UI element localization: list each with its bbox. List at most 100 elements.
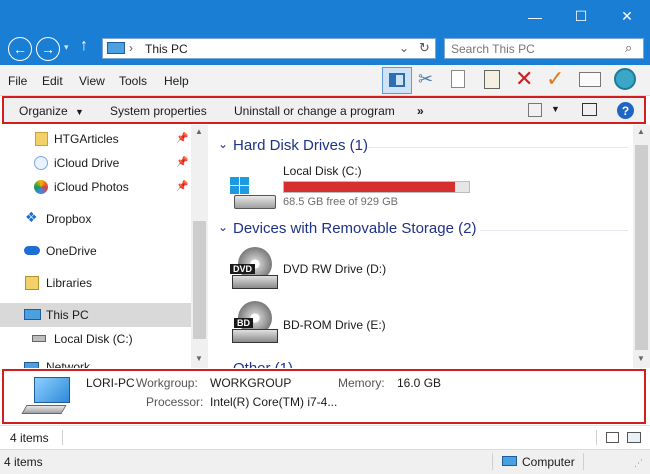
nav-item-label: Network xyxy=(46,360,91,368)
menu-help[interactable]: Help xyxy=(164,74,189,88)
address-box[interactable]: › This PC ⌄ ↻ xyxy=(102,38,436,59)
items-count: 4 items xyxy=(10,431,49,445)
nav-item-libraries[interactable]: Libraries xyxy=(0,271,191,295)
view-dropdown-icon[interactable]: ▼ xyxy=(551,104,560,114)
nav-item-label: iCloud Photos xyxy=(54,180,129,194)
breadcrumb-separator-icon: › xyxy=(129,41,133,55)
pin-icon[interactable]: 📌 xyxy=(176,157,188,168)
collapse-icon[interactable]: ⌄ xyxy=(218,137,228,151)
content-pane: ⌄ Hard Disk Drives (1) Local Disk (C:) 6… xyxy=(208,125,633,368)
refresh-icon[interactable]: ↻ xyxy=(419,40,430,56)
pin-icon[interactable]: 📌 xyxy=(176,133,188,144)
scroll-down-icon[interactable]: ▼ xyxy=(195,354,203,363)
nav-item-label: This PC xyxy=(46,308,89,322)
tiles-view-icon[interactable] xyxy=(627,432,641,443)
menu-edit[interactable]: Edit xyxy=(42,74,63,88)
content-scrollbar[interactable]: ▲ ▼ xyxy=(633,125,650,368)
nav-item-label: HTGArticles xyxy=(54,132,119,146)
layout-pane-button[interactable] xyxy=(382,67,412,94)
more-commands-button[interactable]: » xyxy=(417,104,424,118)
nav-item-label: OneDrive xyxy=(46,244,97,258)
undo-checkmark-icon[interactable]: ✓ xyxy=(546,66,564,92)
nav-scroll-thumb[interactable] xyxy=(193,221,206,339)
back-button[interactable]: ← xyxy=(8,37,32,61)
details-view-icon[interactable] xyxy=(606,432,619,443)
maximize-button[interactable]: ☐ xyxy=(558,0,604,33)
group-header-removable[interactable]: Devices with Removable Storage (2) xyxy=(233,220,476,237)
dvd-drive-icon[interactable]: DVD xyxy=(230,247,278,293)
scroll-down-icon[interactable]: ▼ xyxy=(637,354,645,363)
menu-tools[interactable]: Tools xyxy=(119,74,147,88)
nav-item-onedrive[interactable]: OneDrive xyxy=(0,239,191,263)
computer-icon xyxy=(24,309,41,320)
search-input[interactable]: Search This PC ⌕ xyxy=(444,38,644,59)
bd-badge: BD xyxy=(234,318,253,328)
local-disk-icon[interactable] xyxy=(230,173,278,213)
computer-icon xyxy=(502,456,517,466)
local-disk-name[interactable]: Local Disk (C:) xyxy=(283,164,362,178)
delete-icon[interactable]: ✕ xyxy=(515,66,533,92)
system-properties-button[interactable]: System properties xyxy=(110,104,207,118)
nav-item-icloud-drive[interactable]: iCloud Drive 📌 xyxy=(0,151,191,175)
organize-button[interactable]: Organize ▼ xyxy=(19,104,84,118)
libraries-icon xyxy=(25,276,39,290)
processor-label: Processor: xyxy=(146,395,204,409)
network-icon xyxy=(24,362,39,368)
properties-icon[interactable] xyxy=(579,72,601,87)
address-dropdown-icon[interactable]: ⌄ xyxy=(399,41,409,55)
bottom-status-bar: 4 items Computer ⋰ xyxy=(0,449,650,474)
onedrive-icon xyxy=(24,246,40,255)
resize-grip-icon[interactable]: ⋰ xyxy=(634,458,643,469)
close-button[interactable]: ✕ xyxy=(604,0,650,33)
details-pane: LORI-PC Workgroup: WORKGROUP Memory: 16.… xyxy=(2,369,646,424)
computer-icon xyxy=(107,42,125,54)
bd-drive-name[interactable]: BD-ROM Drive (E:) xyxy=(283,318,386,332)
collapse-icon[interactable]: ⌄ xyxy=(218,360,228,368)
memory-label: Memory: xyxy=(338,376,385,390)
nav-item-htgarticles[interactable]: HTGArticles 📌 xyxy=(0,127,191,151)
uninstall-button[interactable]: Uninstall or change a program xyxy=(234,104,395,118)
status-divider xyxy=(492,453,493,470)
preview-pane-icon[interactable] xyxy=(582,103,597,116)
shell-icon[interactable] xyxy=(614,68,636,90)
bd-drive-icon[interactable]: BD xyxy=(230,301,278,347)
nav-scrollbar[interactable]: ▲ ▼ xyxy=(191,125,208,368)
copy-icon[interactable] xyxy=(451,70,465,88)
group-divider xyxy=(368,147,628,148)
pane-icon xyxy=(389,73,405,87)
computer-name: LORI-PC xyxy=(86,376,135,390)
processor-value: Intel(R) Core(TM) i7-4... xyxy=(210,395,338,409)
usage-bar-fill xyxy=(284,182,456,192)
scroll-up-icon[interactable]: ▲ xyxy=(195,127,203,136)
menu-view[interactable]: View xyxy=(79,74,105,88)
change-view-icon[interactable] xyxy=(528,103,542,117)
menu-file[interactable]: File xyxy=(8,74,27,88)
pin-icon[interactable]: 📌 xyxy=(176,181,188,192)
nav-item-dropbox[interactable]: ❖ Dropbox xyxy=(0,207,191,231)
dropbox-icon: ❖ xyxy=(25,209,38,225)
minimize-button[interactable]: — xyxy=(512,0,558,33)
up-arrow-icon[interactable]: ↑ xyxy=(80,37,88,55)
group-header-other[interactable]: Other (1) xyxy=(233,360,293,368)
drive-icon xyxy=(32,335,46,342)
local-disk-free-space: 68.5 GB free of 929 GB xyxy=(283,196,398,208)
nav-item-icloud-photos[interactable]: iCloud Photos 📌 xyxy=(0,175,191,199)
content-scroll-thumb[interactable] xyxy=(635,145,648,350)
scroll-up-icon[interactable]: ▲ xyxy=(637,127,645,136)
collapse-icon[interactable]: ⌄ xyxy=(218,220,228,234)
help-icon[interactable]: ? xyxy=(617,102,634,119)
paste-icon[interactable] xyxy=(484,70,500,89)
nav-item-local-disk[interactable]: Local Disk (C:) xyxy=(0,327,191,351)
forward-button[interactable]: → xyxy=(36,37,60,61)
search-icon[interactable]: ⌕ xyxy=(625,40,632,56)
items-count-bottom: 4 items xyxy=(4,455,43,469)
recent-locations-icon[interactable]: ▾ xyxy=(64,42,69,53)
status-divider xyxy=(62,430,63,445)
folder-icon xyxy=(35,132,48,146)
nav-item-network[interactable]: Network xyxy=(0,355,191,368)
nav-item-this-pc[interactable]: This PC xyxy=(0,303,191,327)
group-header-hard-disks[interactable]: Hard Disk Drives (1) xyxy=(233,137,368,154)
dvd-drive-name[interactable]: DVD RW Drive (D:) xyxy=(283,262,386,276)
cut-icon[interactable]: ✂ xyxy=(418,69,433,90)
location-label: Computer xyxy=(522,455,575,469)
